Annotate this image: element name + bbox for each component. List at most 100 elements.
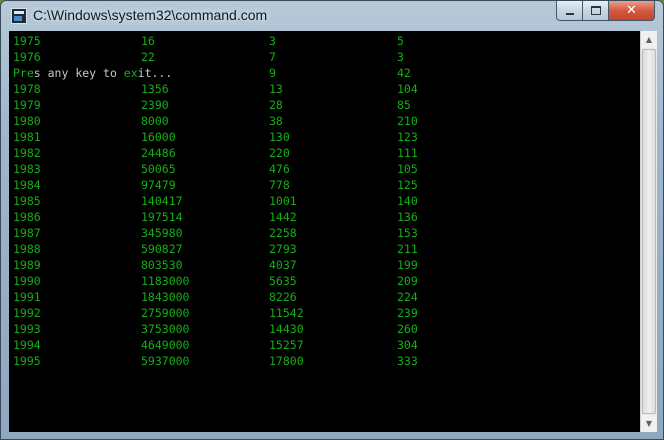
console-cell: 3753000 — [141, 322, 190, 336]
console-cell: 14430 — [269, 322, 304, 336]
console-cell: 1985 — [13, 194, 41, 208]
console-cell: 16 — [141, 34, 155, 48]
console-cell: 1993 — [13, 322, 41, 336]
console-cell: 5 — [397, 34, 404, 48]
console-cell: 22 — [141, 50, 155, 64]
console-line: 1985 140417 1001 140 — [9, 193, 640, 209]
prompt-text: Pre — [13, 66, 34, 80]
vertical-scrollbar[interactable]: ▲ ▼ — [640, 31, 657, 432]
console-cell: 345980 — [141, 226, 183, 240]
console-line: 1988 590827 2793 211 — [9, 241, 640, 257]
console-cell: 199 — [397, 258, 418, 272]
prompt-text: s any key to — [33, 66, 124, 80]
command-prompt-icon[interactable] — [11, 8, 27, 24]
minimize-button[interactable] — [556, 1, 583, 21]
console-cell: 9 — [269, 66, 276, 80]
title-bar[interactable]: C:\Windows\system32\command.com ✕ — [1, 1, 663, 31]
console-line: 1979 2390 28 85 — [9, 97, 640, 113]
console-cell: 1981 — [13, 130, 41, 144]
console-cell: 140 — [397, 194, 418, 208]
console-cell: 8000 — [141, 114, 169, 128]
console-cell: 1986 — [13, 210, 41, 224]
console-line: 1989 803530 4037 199 — [9, 257, 640, 273]
console-cell: 220 — [269, 146, 290, 160]
console-cell: 1356 — [141, 82, 169, 96]
console-line: 1980 8000 38 210 — [9, 113, 640, 129]
console-cell: 2258 — [269, 226, 297, 240]
console-cell: 140417 — [141, 194, 183, 208]
console-cell: 1976 — [13, 50, 41, 64]
console-cell: 42 — [397, 66, 411, 80]
console-cell: 4037 — [269, 258, 297, 272]
console-line: 1984 97479 778 125 — [9, 177, 640, 193]
prompt-text: it... — [137, 66, 173, 80]
console-cell: 2390 — [141, 98, 169, 112]
console-cell: 15257 — [269, 338, 304, 352]
console-cell: 304 — [397, 338, 418, 352]
console-line: Pres any key to exit... 9 42 — [9, 65, 640, 81]
console-line: 1978 1356 13 104 — [9, 81, 640, 97]
scroll-down-icon[interactable]: ▼ — [641, 415, 657, 432]
console-cell: 4649000 — [141, 338, 190, 352]
console-line: 1983 50065 476 105 — [9, 161, 640, 177]
console-cell: 1994 — [13, 338, 41, 352]
close-icon: ✕ — [626, 3, 637, 18]
console-cell: 590827 — [141, 242, 183, 256]
console-cell: 85 — [397, 98, 411, 112]
console-output[interactable]: 1975 16 3 5 1976 22 7 3 Pres any key to exit... 9… — [9, 31, 640, 432]
console-line: 1995 5937000 17800 333 — [9, 353, 640, 369]
console-cell: 1988 — [13, 242, 41, 256]
console-cell: 224 — [397, 290, 418, 304]
console-cell: 28 — [269, 98, 283, 112]
maximize-button[interactable] — [583, 1, 609, 21]
prompt-text: ex — [123, 66, 138, 80]
close-button[interactable]: ✕ — [609, 1, 655, 21]
console-cell: 123 — [397, 130, 418, 144]
console-cell: 1982 — [13, 146, 41, 160]
window-title: C:\Windows\system32\command.com — [33, 7, 268, 23]
console-cell: 7 — [269, 50, 276, 64]
console-line: 1986 197514 1442 136 — [9, 209, 640, 225]
console-cell: 1975 — [13, 34, 41, 48]
console-cell: 3 — [269, 34, 276, 48]
console-cell: 125 — [397, 178, 418, 192]
console-cell: 1001 — [269, 194, 297, 208]
console-cell: 1978 — [13, 82, 41, 96]
window-controls: ✕ — [556, 1, 655, 23]
console-cell: 8226 — [269, 290, 297, 304]
console-cell: 239 — [397, 306, 418, 320]
console-cell: 153 — [397, 226, 418, 240]
console-cell: 260 — [397, 322, 418, 336]
console-cell: 5937000 — [141, 354, 190, 368]
console-line: 1993 3753000 14430 260 — [9, 321, 640, 337]
console-cell: 1991 — [13, 290, 41, 304]
maximize-icon — [590, 6, 601, 15]
console-cell: 97479 — [141, 178, 176, 192]
console-cell: 333 — [397, 354, 418, 368]
scroll-up-icon[interactable]: ▲ — [641, 31, 657, 48]
scroll-thumb[interactable] — [642, 49, 656, 414]
console-cell: 476 — [269, 162, 290, 176]
console-cell: 136 — [397, 210, 418, 224]
console-cell: 1989 — [13, 258, 41, 272]
console-cell: 38 — [269, 114, 283, 128]
minimize-icon — [565, 13, 574, 15]
console-cell: 1992 — [13, 306, 41, 320]
console-cell: 210 — [397, 114, 418, 128]
console-cell: 209 — [397, 274, 418, 288]
console-cell: 1984 — [13, 178, 41, 192]
console-cell: 1843000 — [141, 290, 190, 304]
console-cell: 197514 — [141, 210, 183, 224]
console-line: 1991 1843000 8226 224 — [9, 289, 640, 305]
console-cell: 2793 — [269, 242, 297, 256]
console-line: 1992 2759000 11542 239 — [9, 305, 640, 321]
console-cell: 1979 — [13, 98, 41, 112]
console-cell: 1987 — [13, 226, 41, 240]
console-cell: 130 — [269, 130, 290, 144]
console-line: 1975 16 3 5 — [9, 33, 640, 49]
console-cell: 1442 — [269, 210, 297, 224]
console-line: 1976 22 7 3 — [9, 49, 640, 65]
console-cell: 50065 — [141, 162, 176, 176]
console-cell: 111 — [397, 146, 418, 160]
console-window: C:\Windows\system32\command.com ✕ 1975 16… — [0, 0, 664, 440]
